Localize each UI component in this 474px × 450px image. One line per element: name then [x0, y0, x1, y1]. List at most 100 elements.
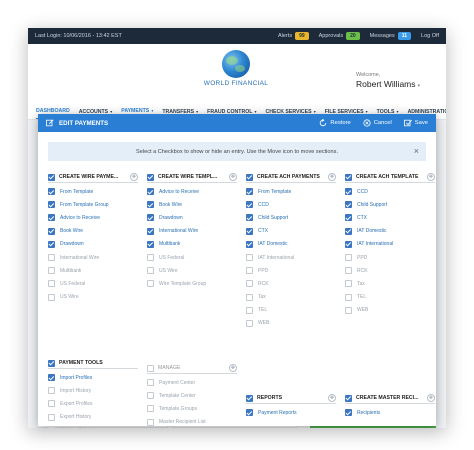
- checkbox-checked[interactable]: [48, 188, 55, 196]
- checkbox-unchecked[interactable]: [48, 413, 55, 421]
- list-item[interactable]: From Template: [246, 185, 336, 198]
- list-item[interactable]: Template Groups: [147, 402, 237, 415]
- list-item[interactable]: Export History: [48, 411, 138, 424]
- list-item[interactable]: International Wire: [48, 251, 138, 264]
- list-item[interactable]: Export Profiles: [48, 397, 138, 410]
- list-item[interactable]: IAT International: [345, 238, 435, 251]
- checkbox-unchecked[interactable]: [48, 293, 55, 301]
- list-item[interactable]: CTX: [345, 211, 435, 224]
- list-item[interactable]: Book Wire: [48, 225, 138, 238]
- list-item[interactable]: Import Profiles: [48, 371, 138, 384]
- list-item[interactable]: Payment Center: [147, 376, 237, 389]
- alerts-link[interactable]: Alerts 99: [278, 32, 309, 40]
- checkbox-checked[interactable]: [147, 214, 154, 222]
- list-item[interactable]: Payment Reports: [246, 406, 336, 419]
- checkbox-checked[interactable]: [48, 240, 55, 248]
- checkbox-checked[interactable]: [147, 201, 154, 209]
- list-item[interactable]: Tax: [246, 291, 336, 304]
- list-item[interactable]: International Wire: [147, 225, 237, 238]
- checkbox-unchecked[interactable]: [147, 379, 154, 387]
- list-item[interactable]: Advice to Receive: [147, 185, 237, 198]
- checkbox-unchecked[interactable]: [345, 293, 352, 301]
- checkbox-unchecked[interactable]: [147, 280, 154, 288]
- checkbox-unchecked[interactable]: [147, 364, 154, 372]
- checkbox-checked[interactable]: [345, 394, 352, 402]
- approvals-link[interactable]: Approvals 20: [319, 32, 360, 40]
- checkbox-checked[interactable]: [147, 240, 154, 248]
- move-icon[interactable]: ✥: [427, 173, 435, 181]
- checkbox-checked[interactable]: [246, 214, 253, 222]
- brand-logo[interactable]: WORLD FINANCIAL: [196, 50, 276, 87]
- list-item[interactable]: PPD: [345, 251, 435, 264]
- move-icon[interactable]: ✥: [328, 394, 336, 402]
- checkbox-unchecked[interactable]: [147, 418, 154, 426]
- list-item[interactable]: RCK: [345, 264, 435, 277]
- list-item[interactable]: Book Wire: [147, 198, 237, 211]
- checkbox-checked[interactable]: [48, 227, 55, 235]
- restore-button[interactable]: Restore: [319, 119, 351, 127]
- checkbox-checked[interactable]: [246, 240, 253, 248]
- list-item[interactable]: WEB: [246, 317, 336, 330]
- list-item[interactable]: Advice to Receive: [48, 211, 138, 224]
- checkbox-checked[interactable]: [246, 201, 253, 209]
- list-item[interactable]: Master Recipient List: [147, 416, 237, 428]
- checkbox-checked[interactable]: [246, 188, 253, 196]
- list-item[interactable]: US Federal: [48, 277, 138, 290]
- checkbox-checked[interactable]: [48, 214, 55, 222]
- checkbox-checked[interactable]: [147, 173, 154, 181]
- list-item[interactable]: IAT International: [246, 251, 336, 264]
- list-item[interactable]: US Wire: [147, 264, 237, 277]
- checkbox-unchecked[interactable]: [345, 306, 352, 314]
- list-item[interactable]: Recipients: [345, 406, 435, 419]
- checkbox-unchecked[interactable]: [246, 293, 253, 301]
- log-off-link[interactable]: Log Off: [421, 33, 439, 39]
- checkbox-checked[interactable]: [345, 188, 352, 196]
- checkbox-checked[interactable]: [345, 173, 352, 181]
- checkbox-checked[interactable]: [345, 240, 352, 248]
- checkbox-checked[interactable]: [345, 227, 352, 235]
- list-item[interactable]: WEB: [345, 304, 435, 317]
- move-icon[interactable]: ✥: [229, 173, 237, 181]
- checkbox-checked[interactable]: [48, 359, 55, 367]
- checkbox-checked[interactable]: [48, 173, 55, 181]
- list-item[interactable]: From Template: [48, 185, 138, 198]
- checkbox-checked[interactable]: [345, 409, 352, 417]
- checkbox-unchecked[interactable]: [246, 267, 253, 275]
- list-item[interactable]: Import History: [48, 384, 138, 397]
- checkbox-unchecked[interactable]: [48, 254, 55, 262]
- list-item[interactable]: Multibank: [48, 264, 138, 277]
- move-icon[interactable]: ✥: [229, 364, 237, 372]
- list-item[interactable]: TEL: [345, 291, 435, 304]
- checkbox-unchecked[interactable]: [48, 400, 55, 408]
- list-item[interactable]: IAT Domestic: [345, 225, 435, 238]
- list-item[interactable]: CCD: [246, 198, 336, 211]
- checkbox-unchecked[interactable]: [345, 267, 352, 275]
- checkbox-checked[interactable]: [246, 173, 253, 181]
- checkbox-checked[interactable]: [147, 227, 154, 235]
- checkbox-checked[interactable]: [48, 201, 55, 209]
- checkbox-checked[interactable]: [345, 201, 352, 209]
- move-icon[interactable]: ✥: [130, 173, 138, 181]
- list-item[interactable]: Multibank: [147, 238, 237, 251]
- checkbox-unchecked[interactable]: [246, 306, 253, 314]
- list-item[interactable]: US Federal: [147, 251, 237, 264]
- checkbox-unchecked[interactable]: [147, 254, 154, 262]
- move-icon[interactable]: ✥: [427, 394, 435, 402]
- checkbox-unchecked[interactable]: [147, 267, 154, 275]
- checkbox-unchecked[interactable]: [246, 280, 253, 288]
- checkbox-unchecked[interactable]: [246, 319, 253, 327]
- list-item[interactable]: US Wire: [48, 291, 138, 304]
- list-item[interactable]: Child Support: [246, 211, 336, 224]
- list-item[interactable]: CTX: [246, 225, 336, 238]
- checkbox-unchecked[interactable]: [48, 426, 55, 428]
- user-menu[interactable]: Welcome, Robert Williams ▾: [356, 72, 434, 89]
- list-item[interactable]: From Template Group: [48, 198, 138, 211]
- list-item[interactable]: RCK: [246, 277, 336, 290]
- cancel-button[interactable]: Cancel: [363, 119, 392, 127]
- checkbox-checked[interactable]: [147, 188, 154, 196]
- checkbox-unchecked[interactable]: [147, 392, 154, 400]
- list-item[interactable]: IAT Domestic: [246, 238, 336, 251]
- move-icon[interactable]: ✥: [328, 173, 336, 181]
- checkbox-unchecked[interactable]: [345, 254, 352, 262]
- list-item[interactable]: Drawdown: [48, 238, 138, 251]
